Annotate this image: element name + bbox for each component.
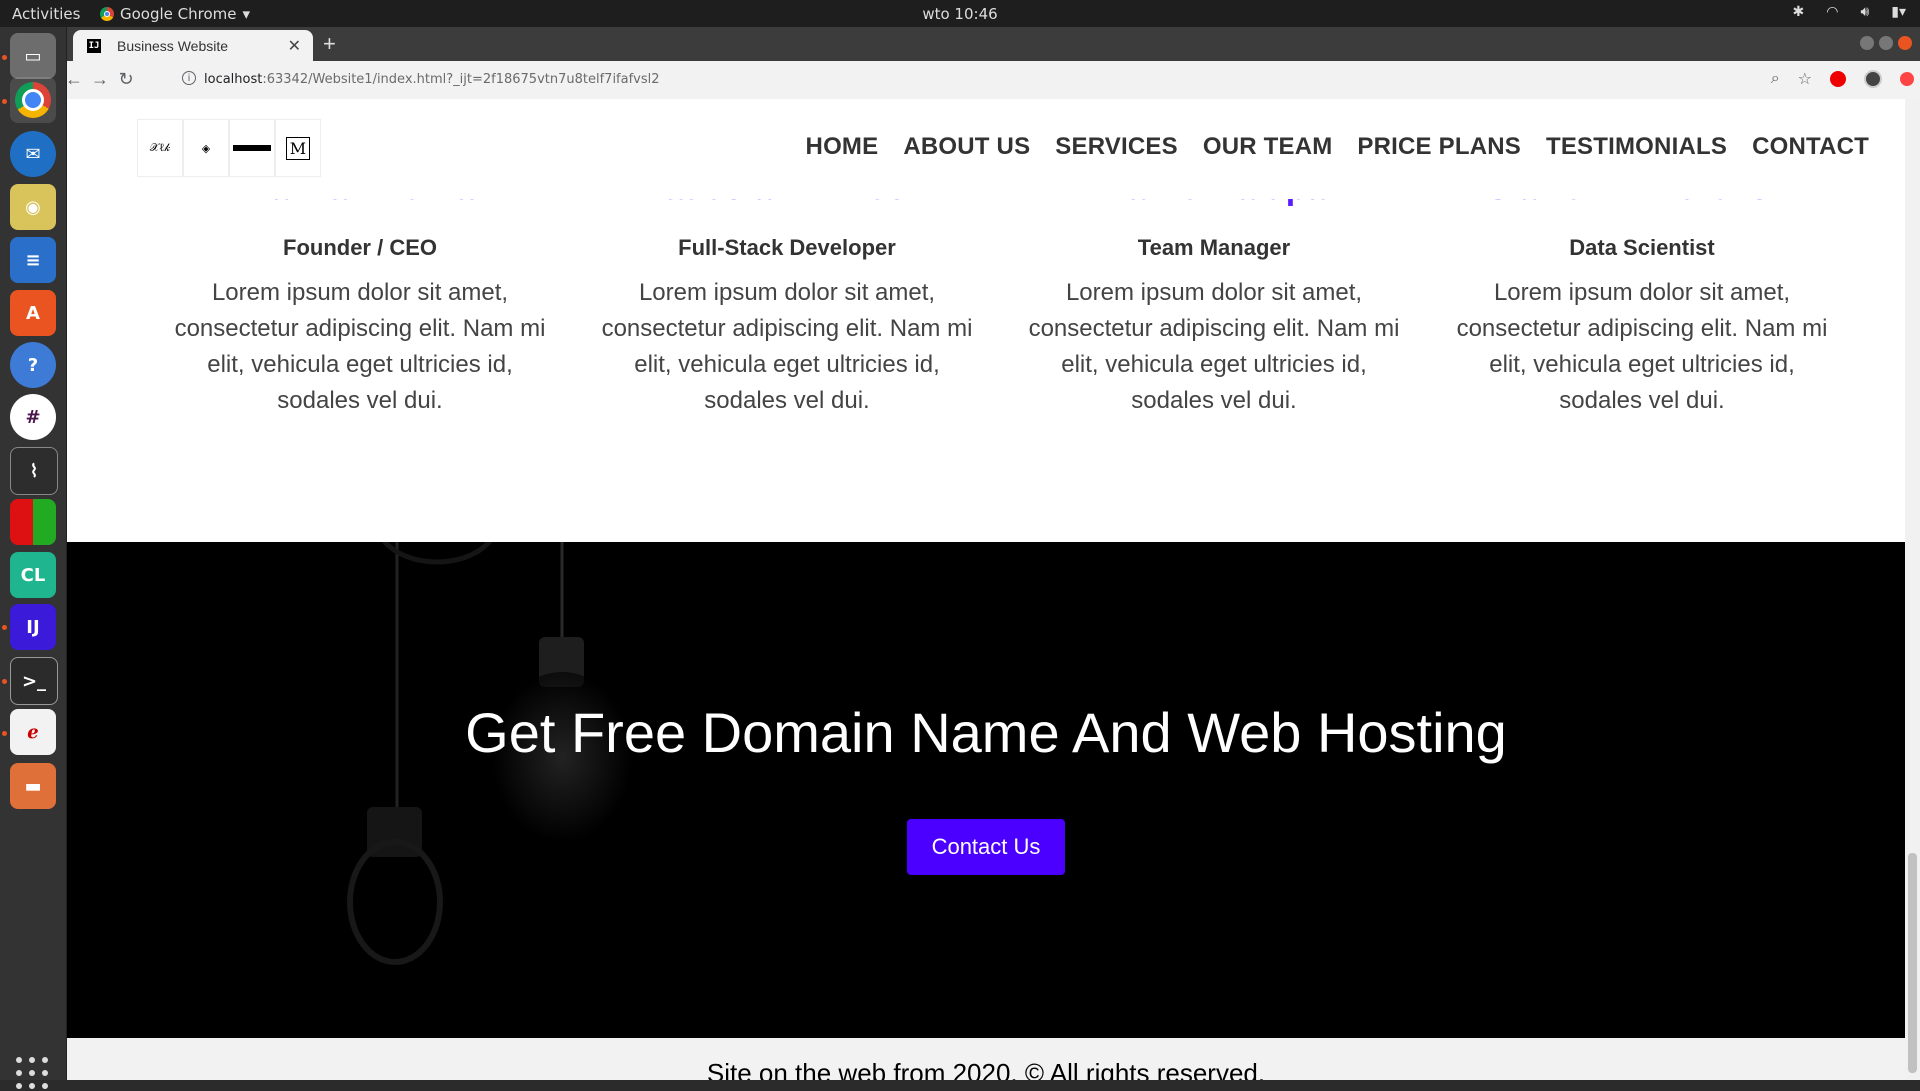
app-menu[interactable]: Google Chrome ▾ <box>100 5 250 23</box>
logo-4: M <box>275 119 321 177</box>
activities-button[interactable]: Activities <box>12 5 80 23</box>
app-menu-label: Google Chrome <box>120 5 237 23</box>
team-member-card: Sławomir Florenski Data Scientist Lorem … <box>1427 169 1857 419</box>
system-monitor-icon[interactable]: ⌇ <box>10 447 58 495</box>
battery-icon[interactable]: ▮▾ <box>1891 4 1906 20</box>
team-member-card: Radosław Wiliecki Full-Stack Developer L… <box>572 169 1002 419</box>
back-arrow-icon[interactable]: ← <box>63 69 85 90</box>
volume-icon[interactable]: 🔊︎ <box>1860 4 1869 20</box>
member-description: Lorem ipsum dolor sit amet, consectetur … <box>601 279 973 414</box>
tab-title: Business Website <box>117 38 229 54</box>
member-description: Lorem ipsum dolor sit amet, consectetur … <box>174 279 546 414</box>
browser-toolbar: ← → ↻ i localhost:63342/Website1/index.h… <box>65 61 1920 100</box>
url-text[interactable]: localhost:63342/Website1/index.html?_ijt… <box>204 72 660 87</box>
wifi-icon[interactable]: ◠ <box>1826 4 1838 20</box>
intellij-icon[interactable]: IJ <box>10 604 56 650</box>
hosting-banner: Get Free Domain Name And Web Hosting Con… <box>67 542 1905 1038</box>
folder-icon[interactable]: ▬ <box>10 763 56 809</box>
nav-price-plans[interactable]: PRICE PLANS <box>1357 133 1521 161</box>
team-member-card: Dawid Kalupa Team Manager Lorem ipsum do… <box>999 169 1429 419</box>
logo-3 <box>229 119 275 177</box>
reload-icon[interactable]: ↻ <box>115 69 137 90</box>
running-indicator <box>2 731 7 736</box>
writer-icon[interactable]: ≡ <box>10 237 56 283</box>
lightbulb-background-image <box>347 542 632 965</box>
show-applications-icon[interactable] <box>16 1057 50 1091</box>
tab-strip: IJ Business Website ✕ + <box>67 27 1920 61</box>
member-role: Data Scientist <box>1569 235 1715 260</box>
nav-contact[interactable]: CONTACT <box>1752 133 1869 161</box>
clion-icon[interactable]: CL <box>10 552 56 598</box>
clock[interactable]: wto 10:46 <box>922 5 997 23</box>
partner-logos: 𝒳ℓ𝓀 ◈ M <box>137 119 321 177</box>
thunderbird-icon[interactable]: ✉ <box>10 131 56 177</box>
help-icon[interactable]: ? <box>10 342 56 388</box>
logo-1: 𝒳ℓ𝓀 <box>137 119 183 177</box>
scrollbar-thumb[interactable] <box>1908 853 1917 1073</box>
chevron-down-icon: ▾ <box>242 5 251 23</box>
maximize-button[interactable] <box>1879 36 1893 50</box>
profile-avatar[interactable] <box>1864 70 1882 88</box>
site-footer: Site on the web from 2020. © All rights … <box>67 1038 1905 1080</box>
site-header: 𝒳ℓ𝓀 ◈ M HOME ABOUT US SERVICES OUR TEAM … <box>67 99 1905 199</box>
page-scrollbar[interactable] <box>1905 99 1920 1080</box>
chrome-icon[interactable] <box>10 77 56 123</box>
update-icon[interactable] <box>1900 72 1914 86</box>
slack-icon[interactable]: # <box>10 394 56 440</box>
team-member-card: Damian Herna Founder / CEO Lorem ipsum d… <box>145 169 575 419</box>
info-icon[interactable]: i <box>182 71 196 85</box>
chrome-icon <box>100 7 114 21</box>
nav-testimonials[interactable]: TESTIMONIALS <box>1546 133 1727 161</box>
running-indicator <box>2 679 7 684</box>
nav-about-us[interactable]: ABOUT US <box>903 133 1030 161</box>
nav-services[interactable]: SERVICES <box>1055 133 1178 161</box>
dock: ▭ ✉ ◉ ≡ A ? # ⌇ CL IJ >_ ℯ ▬ <box>0 27 67 1089</box>
running-indicator <box>2 55 7 60</box>
member-role: Team Manager <box>1137 235 1291 260</box>
zoom-icon[interactable]: ⌕ <box>1771 70 1780 88</box>
files-icon[interactable]: ▭ <box>10 33 56 79</box>
browser-window: IJ Business Website ✕ + ← → ↻ i localhos… <box>65 27 1920 1080</box>
software-icon[interactable]: A <box>10 290 56 336</box>
running-indicator <box>2 625 7 630</box>
system-tray[interactable]: ✱ ◠ 🔊︎ ▮▾ <box>1792 4 1906 20</box>
nav-home[interactable]: HOME <box>806 133 879 161</box>
system-top-bar: Activities Google Chrome ▾ wto 10:46 ✱ ◠… <box>0 0 1920 27</box>
logo-2: ◈ <box>183 119 229 177</box>
browser-tab[interactable]: IJ Business Website ✕ <box>73 30 313 61</box>
contact-us-button[interactable]: Contact Us <box>907 819 1065 875</box>
terminal-icon[interactable]: >_ <box>10 657 58 705</box>
rhythmbox-icon[interactable]: ◉ <box>10 184 56 230</box>
close-window-button[interactable] <box>1898 36 1912 50</box>
page-viewport: 𝒳ℓ𝓀 ◈ M HOME ABOUT US SERVICES OUR TEAM … <box>67 99 1905 1080</box>
address-bar[interactable]: i localhost:63342/Website1/index.html?_i… <box>182 65 1862 95</box>
window-controls <box>1860 36 1912 50</box>
close-tab-icon[interactable]: ✕ <box>288 36 301 56</box>
main-nav: HOME ABOUT US SERVICES OUR TEAM PRICE PL… <box>806 133 1869 161</box>
bluetooth-icon[interactable]: ✱ <box>1792 4 1804 20</box>
minimize-button[interactable] <box>1860 36 1874 50</box>
games-icon[interactable] <box>10 499 56 545</box>
member-description: Lorem ipsum dolor sit amet, consectetur … <box>1028 279 1400 414</box>
forward-arrow-icon[interactable]: → <box>89 69 111 90</box>
member-description: Lorem ipsum dolor sit amet, consectetur … <box>1456 279 1828 414</box>
new-tab-button[interactable]: + <box>323 31 336 57</box>
footer-copyright: Site on the web from 2020. © All rights … <box>706 1058 1266 1080</box>
tab-favicon-icon: IJ <box>87 39 101 53</box>
extension-icon[interactable] <box>1830 71 1846 87</box>
banner-heading: Get Free Domain Name And Web Hosting <box>465 701 1507 764</box>
nav-our-team[interactable]: OUR TEAM <box>1203 133 1333 161</box>
member-role: Founder / CEO <box>283 235 437 260</box>
member-role: Full-Stack Developer <box>678 235 896 260</box>
running-indicator <box>2 99 7 104</box>
bookmark-star-icon[interactable]: ☆ <box>1798 69 1812 89</box>
evince-icon[interactable]: ℯ <box>10 709 56 755</box>
